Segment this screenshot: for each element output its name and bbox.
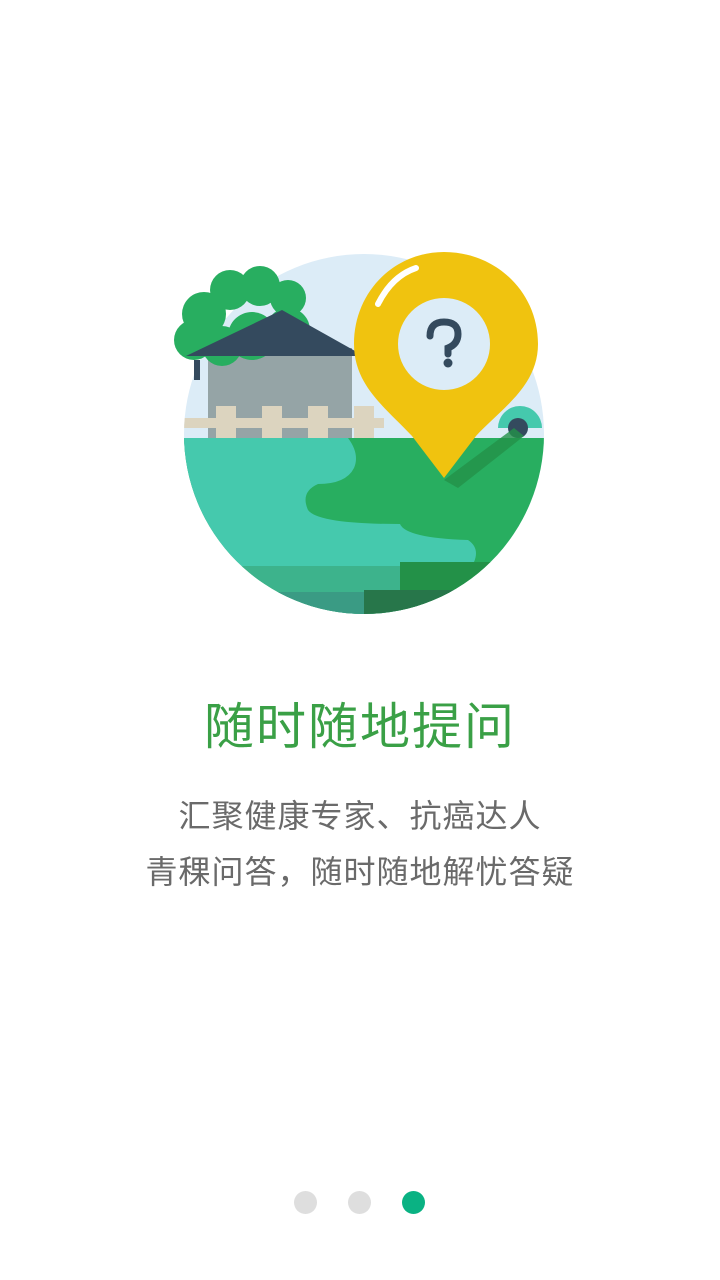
description-line-2: 青稞问答，随时随地解忧答疑 xyxy=(145,853,575,891)
onboarding-description: 汇聚健康专家、抗癌达人 青稞问答，随时随地解忧答疑 xyxy=(0,788,720,900)
page-dot-3-active[interactable] xyxy=(402,1191,425,1214)
onboarding-title: 随时随地提问 xyxy=(204,698,516,756)
location-question-illustration xyxy=(174,252,544,614)
description-line-1: 汇聚健康专家、抗癌达人 xyxy=(178,797,542,835)
page-indicator xyxy=(0,1191,720,1215)
page-dot-2[interactable] xyxy=(348,1191,371,1214)
page-dot-1[interactable] xyxy=(294,1191,317,1214)
